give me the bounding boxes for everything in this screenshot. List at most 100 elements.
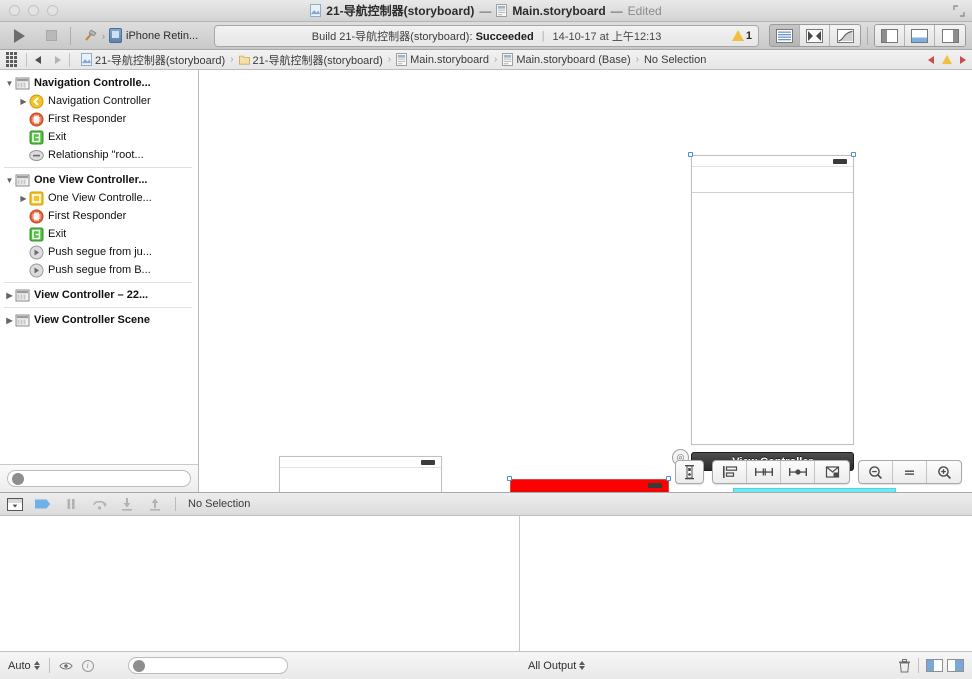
- show-console-button[interactable]: [947, 659, 964, 672]
- chevron-right-icon[interactable]: ▶: [18, 97, 29, 106]
- breadcrumb-item-3[interactable]: Main.storyboard (Base): [502, 53, 631, 66]
- breadcrumb-item-4[interactable]: No Selection: [644, 54, 706, 66]
- resolve-autolayout-button[interactable]: [815, 461, 849, 483]
- selection-handle[interactable]: [851, 152, 856, 157]
- outline-row[interactable]: ▼ One View Controller...: [0, 171, 198, 189]
- breadcrumb-item-1[interactable]: 21-导航控制器(storyboard): [238, 52, 383, 68]
- debug-toggle-button[interactable]: [905, 25, 935, 46]
- activity-status-view[interactable]: Build 21-导航控制器(storyboard): Succeeded | …: [214, 24, 759, 47]
- debug-area-footer: Auto i All Output: [0, 651, 972, 679]
- info-icon[interactable]: i: [81, 659, 94, 672]
- selection-handle[interactable]: [688, 152, 693, 157]
- eye-icon[interactable]: [58, 661, 73, 671]
- breadcrumb-label-3: Main.storyboard (Base): [516, 53, 631, 66]
- selection-handle[interactable]: [507, 476, 512, 481]
- window-file-title: Main.storyboard: [512, 3, 606, 18]
- storyboard-canvas[interactable]: View Controller ◎ Navigation Controller …: [199, 70, 972, 492]
- outline-separator: [4, 307, 192, 308]
- forward-arrow-icon[interactable]: [53, 55, 62, 65]
- chevron-right-icon[interactable]: ▶: [4, 316, 15, 325]
- variables-scope-popup[interactable]: Auto: [8, 660, 40, 672]
- step-over-icon: [92, 500, 107, 510]
- trash-icon[interactable]: [898, 658, 911, 673]
- breadcrumb-separator-0: ›: [230, 54, 234, 65]
- chevron-right-icon[interactable]: ▶: [18, 194, 29, 203]
- assistant-editor-button[interactable]: [800, 25, 830, 46]
- document-outline: ▼ Navigation Controlle... ▶ Navigation Cont…: [0, 70, 199, 492]
- embed-in-stack-button[interactable]: [713, 461, 747, 483]
- outline-row[interactable]: Push segue from ju...: [0, 243, 198, 261]
- navigation-bar: [692, 167, 853, 193]
- relationship-icon: [29, 148, 44, 163]
- version-editor-button[interactable]: [830, 25, 860, 46]
- resolve-issues-button[interactable]: [676, 461, 703, 483]
- outline-row[interactable]: ▶ View Controller – 22...: [0, 286, 198, 304]
- continue-button[interactable]: [63, 497, 79, 511]
- variables-view[interactable]: [0, 516, 520, 651]
- outline-filter-input[interactable]: [7, 470, 191, 487]
- step-over-button[interactable]: [91, 497, 107, 511]
- breadcrumb-item-0[interactable]: 21-导航控制器(storyboard): [81, 52, 225, 68]
- close-button[interactable]: [9, 5, 20, 16]
- related-items-icon[interactable]: [6, 52, 19, 67]
- chevron-down-icon[interactable]: ▼: [4, 79, 15, 88]
- variables-filter-input[interactable]: [127, 657, 288, 674]
- utilities-toggle-button[interactable]: [935, 25, 965, 46]
- console-tools: [898, 658, 964, 673]
- align-button[interactable]: [747, 461, 781, 483]
- jumpbar-divider: [26, 52, 27, 67]
- outline-row[interactable]: First Responder: [0, 207, 198, 225]
- console-output-popup[interactable]: All Output: [528, 660, 586, 672]
- run-button[interactable]: [6, 25, 32, 47]
- outline-row[interactable]: Exit: [0, 225, 198, 243]
- zoom-out-button[interactable]: [859, 461, 893, 483]
- minimize-button[interactable]: [28, 5, 39, 16]
- back-arrow-icon[interactable]: [34, 55, 43, 65]
- warning-icon: [941, 54, 953, 65]
- outline-row[interactable]: ▼ Navigation Controlle...: [0, 74, 198, 92]
- zoom-group: [858, 460, 962, 484]
- zoom-actual-size-button[interactable]: [893, 461, 927, 483]
- hide-debug-area-button[interactable]: [7, 497, 23, 511]
- outline-row[interactable]: ▶ One View Controlle...: [0, 189, 198, 207]
- outline-row[interactable]: ▶ View Controller Scene: [0, 311, 198, 329]
- previous-issue-icon[interactable]: [927, 55, 936, 65]
- outline-row-label: Push segue from ju...: [48, 246, 152, 258]
- zoom-button[interactable]: [47, 5, 58, 16]
- pin-button[interactable]: [781, 461, 815, 483]
- navigator-toggle-button[interactable]: [875, 25, 905, 46]
- step-out-button[interactable]: [147, 497, 163, 511]
- scheme-selector[interactable]: › iPhone Retin...: [77, 25, 204, 47]
- view-controller-scene-cyan[interactable]: 2222: [733, 488, 896, 492]
- breadcrumb-item-2[interactable]: Main.storyboard: [396, 53, 489, 66]
- build-status-text: Build 21-导航控制器(storyboard): Succeeded: [312, 28, 534, 44]
- zoom-in-icon: [937, 465, 951, 479]
- warning-badge[interactable]: 1: [731, 30, 752, 42]
- fullscreen-icon[interactable]: [953, 5, 965, 17]
- debug-pane-toggles: [926, 659, 964, 672]
- canvas-surface[interactable]: View Controller ◎ Navigation Controller …: [199, 70, 972, 492]
- stop-button[interactable]: [38, 25, 64, 47]
- chevron-down-icon[interactable]: ▼: [4, 176, 15, 185]
- zoom-in-button[interactable]: [927, 461, 961, 483]
- view-controller-scene-white[interactable]: [691, 155, 854, 445]
- deactivate-breakpoints-button[interactable]: [35, 497, 51, 511]
- navigation-controller-scene[interactable]: Navigation Controller: [279, 456, 442, 492]
- standard-editor-button[interactable]: [770, 25, 800, 46]
- outline-row[interactable]: Push segue from B...: [0, 261, 198, 279]
- console-view[interactable]: [520, 516, 972, 651]
- outline-row[interactable]: ▶ Navigation Controller: [0, 92, 198, 110]
- chevron-right-icon[interactable]: ▶: [4, 291, 15, 300]
- selection-handle[interactable]: [666, 476, 671, 481]
- debug-bar-divider: [175, 497, 176, 511]
- next-issue-icon[interactable]: [958, 55, 967, 65]
- view-controller-scene-red[interactable]: 第1个控制器 Button label: [510, 479, 669, 492]
- outline-row[interactable]: First Responder: [0, 110, 198, 128]
- step-into-button[interactable]: [119, 497, 135, 511]
- resolve-icon: [825, 466, 839, 478]
- breadcrumb-label-2: Main.storyboard: [410, 53, 489, 66]
- outline-row[interactable]: Relationship "root...: [0, 146, 198, 164]
- outline-row[interactable]: Exit: [0, 128, 198, 146]
- show-variables-button[interactable]: [926, 659, 943, 672]
- edited-indicator: Edited: [627, 3, 662, 18]
